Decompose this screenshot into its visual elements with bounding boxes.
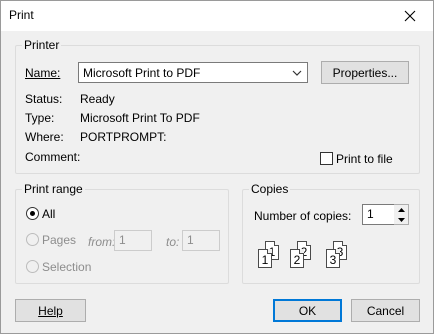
selection-label[interactable]: Selection bbox=[42, 260, 91, 274]
number-of-copies-label: Number of copies: bbox=[254, 209, 352, 223]
all-label[interactable]: All bbox=[42, 207, 55, 221]
printer-name-select[interactable]: Microsoft Print to PDF bbox=[78, 62, 308, 83]
ok-button[interactable]: OK bbox=[273, 299, 342, 322]
spin-down-button[interactable] bbox=[394, 215, 408, 225]
properties-button[interactable]: Properties... bbox=[321, 61, 409, 84]
spin-up-button[interactable] bbox=[394, 205, 408, 215]
printer-name-value: Microsoft Print to PDF bbox=[83, 66, 201, 80]
selection-radio[interactable] bbox=[26, 260, 39, 273]
status-label: Status: bbox=[25, 92, 63, 106]
where-label: Where: bbox=[25, 130, 64, 144]
printer-group-label: Printer bbox=[22, 38, 62, 52]
properties-button-label: Properties... bbox=[332, 65, 398, 80]
all-radio[interactable] bbox=[26, 207, 39, 220]
arrow-down-icon bbox=[397, 218, 405, 222]
number-of-copies-input[interactable]: 1 bbox=[362, 204, 395, 225]
from-input[interactable]: 1 bbox=[114, 230, 152, 251]
copies-spinner[interactable] bbox=[394, 204, 409, 225]
collate-page-front: 1 bbox=[258, 249, 272, 268]
help-button[interactable]: Help bbox=[15, 299, 86, 322]
copies-group-label: Copies bbox=[249, 182, 291, 196]
radio-selected-dot bbox=[30, 211, 35, 216]
type-label: Type: bbox=[25, 111, 55, 125]
type-value: Microsoft Print To PDF bbox=[80, 111, 200, 125]
window-title: Print bbox=[9, 8, 34, 22]
print-to-file-label[interactable]: Print to file bbox=[336, 152, 393, 166]
to-value: 1 bbox=[187, 233, 194, 247]
number-of-copies-value: 1 bbox=[367, 207, 374, 221]
cancel-button[interactable]: Cancel bbox=[351, 299, 420, 322]
close-icon bbox=[404, 10, 416, 22]
collate-illustration: 1 1 2 2 3 3 bbox=[255, 239, 355, 271]
pages-label[interactable]: Pages bbox=[42, 233, 76, 247]
collate-page-front: 2 bbox=[290, 249, 304, 268]
to-label: to: bbox=[166, 235, 180, 249]
title-bar: Print bbox=[1, 1, 433, 31]
arrow-up-icon bbox=[397, 208, 405, 212]
name-label: Name: bbox=[25, 66, 61, 80]
print-dialog: Print Printer Name: Microsoft Print to P… bbox=[0, 0, 434, 334]
from-label: from: bbox=[88, 235, 116, 249]
print-to-file-checkbox[interactable] bbox=[320, 152, 333, 165]
from-value: 1 bbox=[119, 233, 126, 247]
status-value: Ready bbox=[80, 92, 115, 106]
print-range-group-label: Print range bbox=[22, 182, 85, 196]
cancel-button-label: Cancel bbox=[366, 303, 405, 318]
collate-page-front: 3 bbox=[326, 249, 340, 268]
ok-button-label: OK bbox=[298, 303, 317, 318]
help-button-label: Help bbox=[38, 303, 63, 318]
where-value: PORTPROMPT: bbox=[80, 130, 167, 144]
comment-label: Comment: bbox=[25, 150, 81, 164]
chevron-down-icon bbox=[292, 70, 302, 76]
to-input[interactable]: 1 bbox=[182, 230, 220, 251]
pages-radio[interactable] bbox=[26, 233, 39, 246]
close-button[interactable] bbox=[387, 1, 433, 31]
